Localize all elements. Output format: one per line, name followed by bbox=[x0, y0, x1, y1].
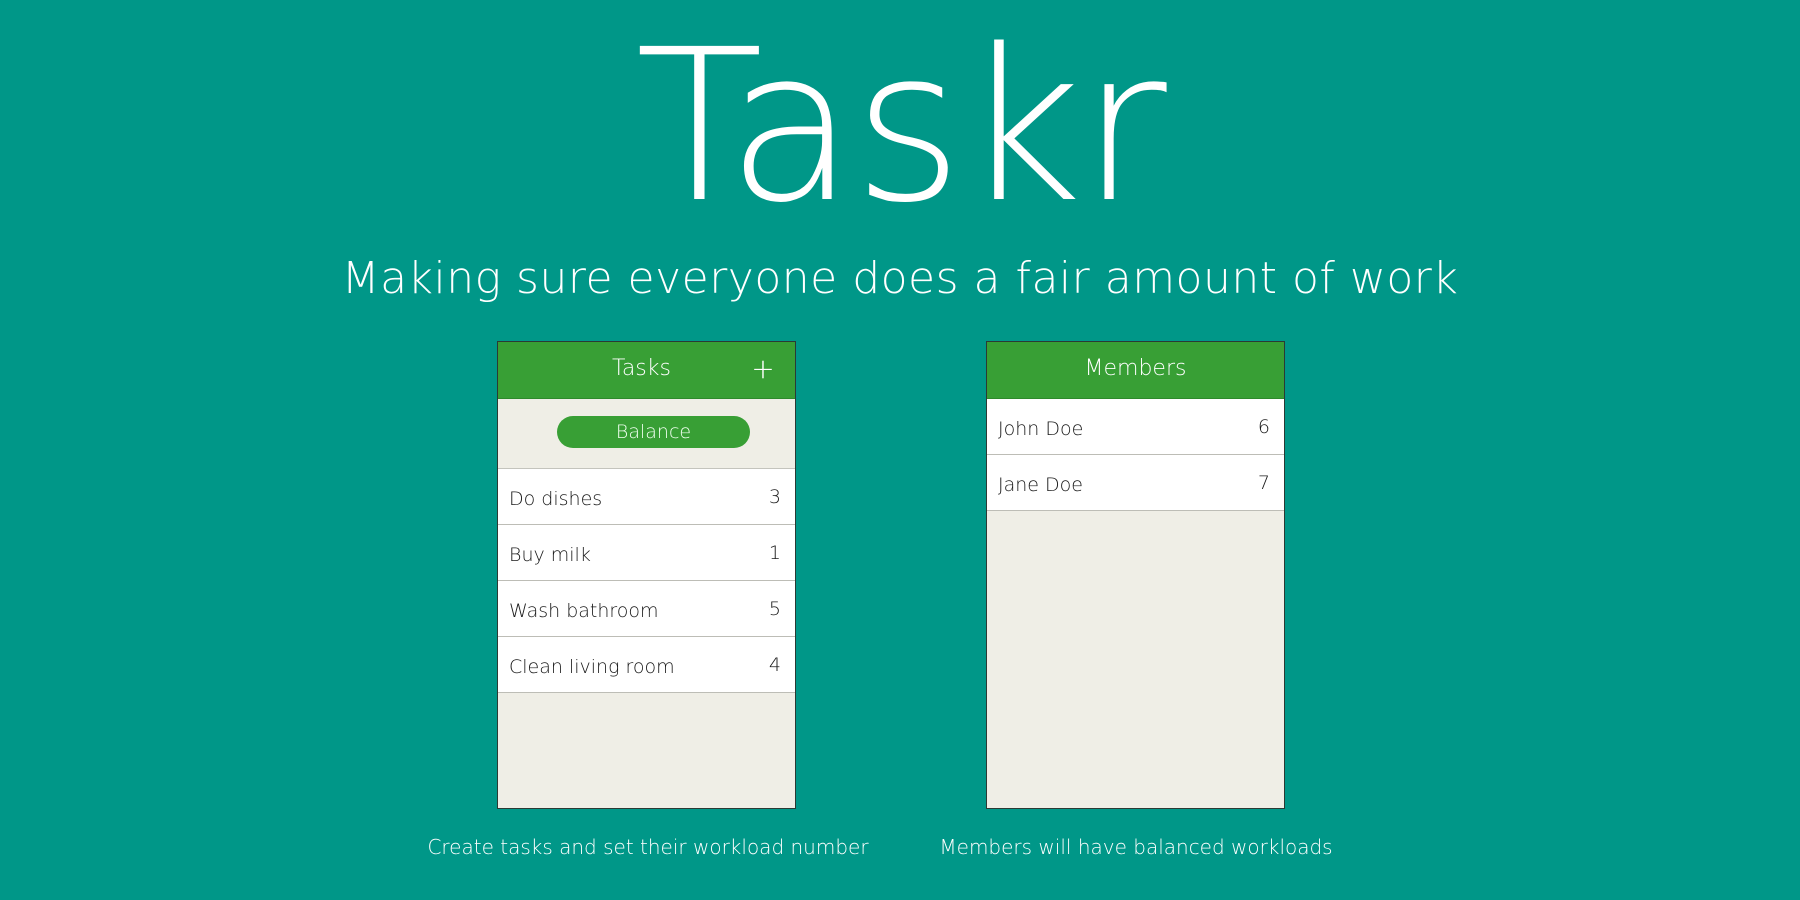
app-subtitle: Making sure everyone does a fair amount … bbox=[341, 253, 1459, 304]
add-task-button[interactable]: + bbox=[749, 352, 777, 386]
member-name: John Doe bbox=[998, 418, 1084, 440]
task-name: Clean living room bbox=[509, 656, 675, 678]
tasks-navbar: Tasks + bbox=[498, 342, 795, 399]
members-caption: Members will have balanced workloads bbox=[939, 835, 1333, 859]
task-row[interactable]: Buy milk 1 bbox=[498, 525, 795, 581]
members-screen: Members John Doe 6 Jane Doe 7 bbox=[986, 341, 1285, 809]
tasks-title: Tasks bbox=[612, 356, 671, 381]
task-name: Buy milk bbox=[509, 544, 591, 566]
task-workload: 3 bbox=[768, 486, 781, 508]
app-title: Taskr bbox=[635, 4, 1167, 249]
task-workload: 4 bbox=[768, 654, 781, 676]
task-workload: 5 bbox=[768, 598, 781, 620]
tasks-screen: Tasks + Balance Do dishes 3 Buy milk 1 W… bbox=[497, 341, 796, 809]
task-row[interactable]: Do dishes 3 bbox=[498, 469, 795, 525]
task-row[interactable]: Wash bathroom 5 bbox=[498, 581, 795, 637]
task-row[interactable]: Clean living room 4 bbox=[498, 637, 795, 693]
task-workload: 1 bbox=[768, 542, 781, 564]
member-name: Jane Doe bbox=[998, 474, 1083, 496]
balance-button[interactable]: Balance bbox=[557, 416, 750, 448]
task-name: Do dishes bbox=[509, 488, 603, 510]
member-row[interactable]: Jane Doe 7 bbox=[987, 455, 1284, 511]
task-name: Wash bathroom bbox=[509, 600, 659, 622]
member-row[interactable]: John Doe 6 bbox=[987, 399, 1284, 455]
member-workload: 6 bbox=[1257, 416, 1270, 438]
tasks-caption: Create tasks and set their workload numb… bbox=[427, 835, 869, 859]
member-workload: 7 bbox=[1257, 472, 1270, 494]
members-title: Members bbox=[1084, 356, 1187, 381]
balance-area: Balance bbox=[498, 399, 795, 469]
members-navbar: Members bbox=[987, 342, 1284, 399]
